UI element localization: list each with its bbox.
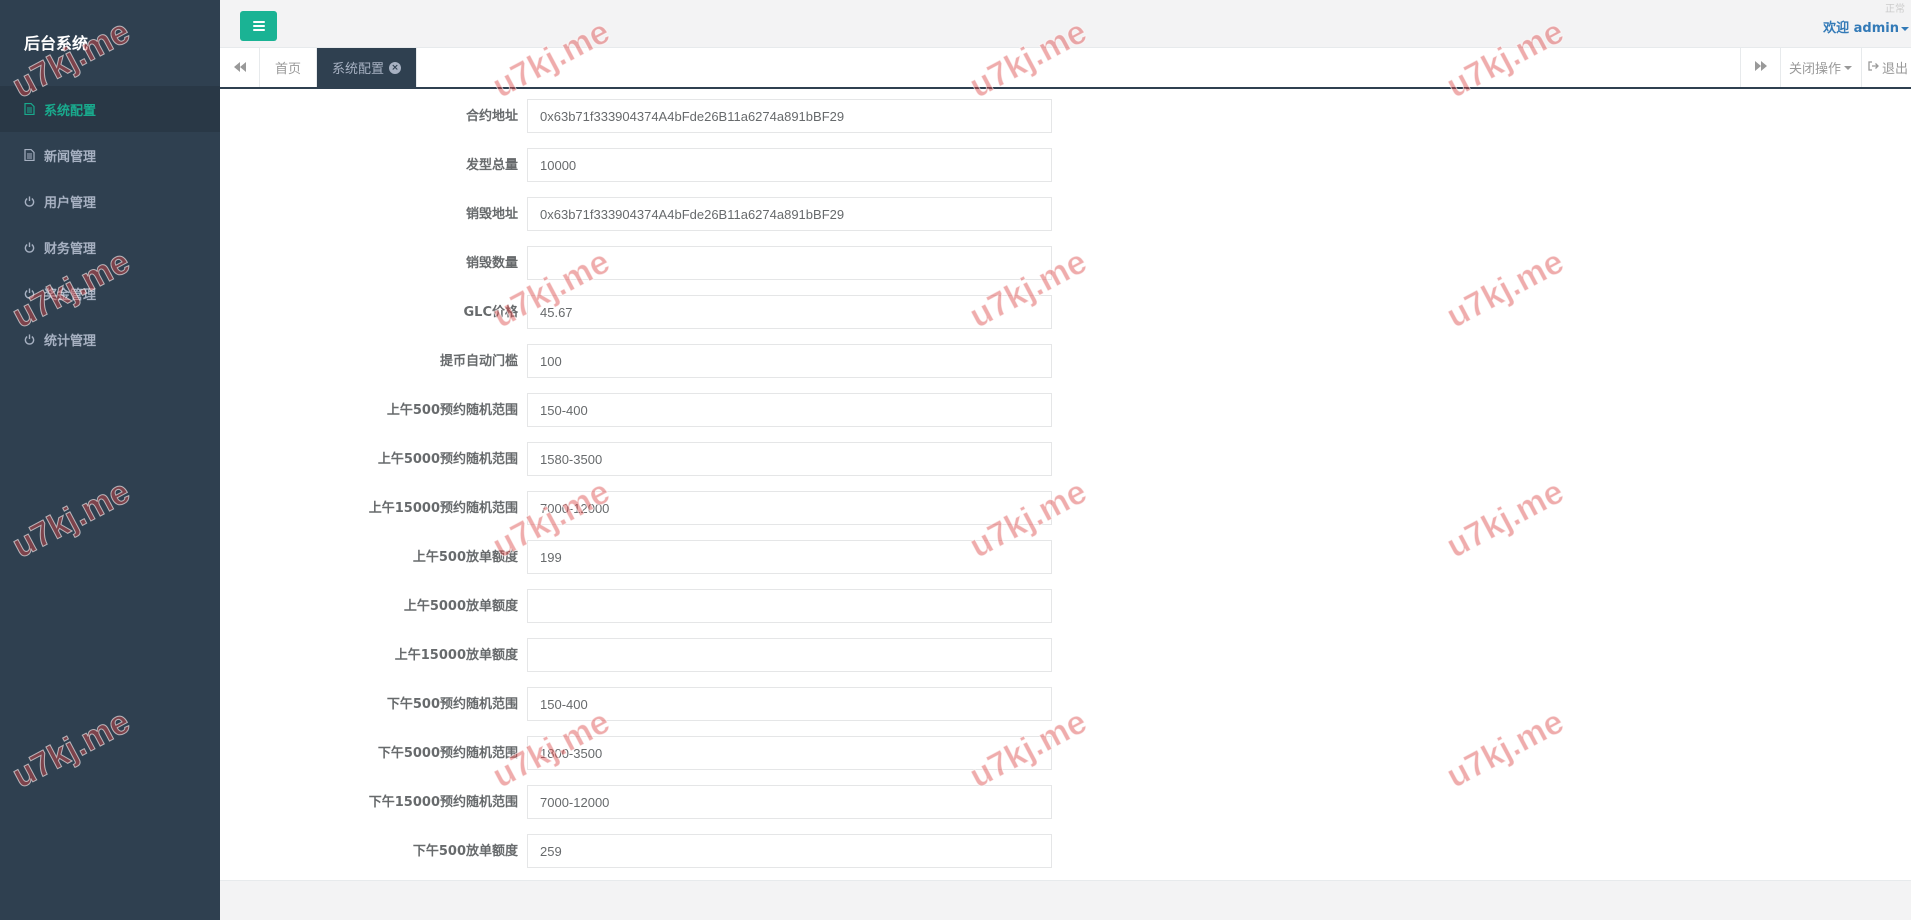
tab-scroll-left-button[interactable]	[220, 48, 260, 87]
field-label: 销毁数量	[465, 256, 518, 271]
document-icon	[24, 103, 42, 115]
tab-system-config[interactable]: 系统配置 ×	[317, 48, 418, 87]
auto-withdraw-threshold-input[interactable]	[527, 344, 1052, 378]
power-icon	[24, 287, 42, 299]
field-label: 上午5000放单额度	[403, 599, 518, 614]
logout-label: 退出	[1882, 62, 1909, 77]
sidebar-item-news[interactable]: 新闻管理	[0, 132, 220, 178]
am-500-range-input[interactable]	[527, 393, 1052, 427]
field-label: 上午5000预约随机范围	[377, 452, 518, 467]
close-operations-label: 关闭操作	[1789, 62, 1842, 77]
field-label: 下午5000预约随机范围	[377, 746, 518, 761]
field-label: 上午500预约随机范围	[386, 403, 518, 418]
form-row: 合约地址	[220, 99, 1120, 133]
form-row: 销毁数量	[220, 246, 1120, 280]
welcome-text: 欢迎 admin	[1823, 21, 1899, 36]
pm-5000-range-input[interactable]	[527, 736, 1052, 770]
form-row: 上午500预约随机范围	[220, 393, 1120, 427]
caret-down-icon	[1844, 65, 1853, 70]
sidebar: 后台系统 系统配置 新闻管理 用户管理 财务管理 奖金管理 统计管理	[0, 0, 220, 920]
forward-icon	[1754, 60, 1767, 75]
tab-home[interactable]: 首页	[260, 48, 318, 87]
sidebar-item-label: 系统配置	[44, 103, 97, 119]
field-label: 提币自动门槛	[439, 354, 518, 369]
glc-price-input[interactable]	[527, 295, 1052, 329]
field-label: 下午15000预约随机范围	[368, 795, 518, 810]
sidebar-item-finance[interactable]: 财务管理	[0, 224, 220, 270]
field-label: 上午500放单额度	[412, 550, 518, 565]
logout-button[interactable]: 退出	[1861, 48, 1911, 87]
form-row: 上午5000放单额度	[220, 589, 1120, 623]
brand-title: 后台系统	[24, 34, 89, 53]
form-row: 下午15000预约随机范围	[220, 785, 1120, 819]
contract-address-input[interactable]	[527, 99, 1052, 133]
am-5000-quota-input[interactable]	[527, 589, 1052, 623]
sidebar-item-label: 用户管理	[44, 195, 97, 211]
caret-down-icon	[1901, 26, 1909, 31]
sidebar-item-label: 奖金管理	[44, 287, 97, 303]
form-row: GLC价格	[220, 295, 1120, 329]
pm-500-quota-input[interactable]	[527, 834, 1052, 868]
power-icon	[24, 241, 42, 253]
field-label: 上午15000预约随机范围	[368, 501, 518, 516]
form-row: 上午5000预约随机范围	[220, 442, 1120, 476]
close-tab-icon[interactable]: ×	[389, 61, 402, 74]
am-15000-range-input[interactable]	[527, 491, 1052, 525]
menu-toggle-button[interactable]	[240, 11, 277, 41]
sidebar-item-label: 财务管理	[44, 241, 97, 257]
am-15000-quota-input[interactable]	[527, 638, 1052, 672]
form-row: 下午500放单额度	[220, 834, 1120, 868]
field-label: 上午15000放单额度	[394, 648, 518, 663]
sign-out-icon	[1868, 60, 1879, 75]
field-label: 发型总量	[465, 158, 518, 173]
pm-15000-range-input[interactable]	[527, 785, 1052, 819]
config-form: 合约地址 发型总量 销毁地址 销毁数量 GLC价格 提币自动门槛 上午500预约…	[220, 89, 1911, 881]
sidebar-item-users[interactable]: 用户管理	[0, 178, 220, 224]
am-500-quota-input[interactable]	[527, 540, 1052, 574]
total-issuance-input[interactable]	[527, 148, 1052, 182]
form-row: 下午500预约随机范围	[220, 687, 1120, 721]
burn-amount-input[interactable]	[527, 246, 1052, 280]
tabs-bar: 首页 系统配置 × 关闭操作 退出	[220, 48, 1911, 89]
corner-status-text: 正常	[1885, 4, 1905, 15]
close-operations-dropdown[interactable]: 关闭操作	[1780, 48, 1861, 87]
field-label: 下午500放单额度	[412, 844, 518, 859]
pm-500-range-input[interactable]	[527, 687, 1052, 721]
am-5000-range-input[interactable]	[527, 442, 1052, 476]
backward-icon	[233, 61, 246, 75]
form-row: 下午5000预约随机范围	[220, 736, 1120, 770]
user-menu-dropdown[interactable]: 欢迎 admin	[1823, 17, 1909, 36]
sidebar-item-label: 统计管理	[44, 333, 97, 349]
form-row: 上午15000放单额度	[220, 638, 1120, 672]
form-row: 销毁地址	[220, 197, 1120, 231]
form-row: 提币自动门槛	[220, 344, 1120, 378]
form-row: 发型总量	[220, 148, 1120, 182]
form-row: 上午15000预约随机范围	[220, 491, 1120, 525]
top-header: 正常 欢迎 admin	[220, 0, 1911, 48]
sidebar-item-system-config[interactable]: 系统配置	[0, 86, 220, 132]
tab-active-label: 系统配置	[332, 62, 385, 77]
field-label: 合约地址	[465, 109, 518, 124]
hamburger-icon	[252, 21, 265, 31]
field-label: 下午500预约随机范围	[386, 697, 518, 712]
form-row: 上午500放单额度	[220, 540, 1120, 574]
power-icon	[24, 333, 42, 345]
tab-scroll-right-button[interactable]	[1740, 48, 1780, 87]
power-icon	[24, 195, 42, 207]
sidebar-item-bonus[interactable]: 奖金管理	[0, 270, 220, 316]
sidebar-item-label: 新闻管理	[44, 149, 97, 165]
field-label: GLC价格	[463, 305, 519, 320]
sidebar-item-statistics[interactable]: 统计管理	[0, 316, 220, 362]
document-icon	[24, 149, 42, 161]
field-label: 销毁地址	[465, 207, 518, 222]
tab-home-label: 首页	[275, 62, 302, 77]
burn-address-input[interactable]	[527, 197, 1052, 231]
